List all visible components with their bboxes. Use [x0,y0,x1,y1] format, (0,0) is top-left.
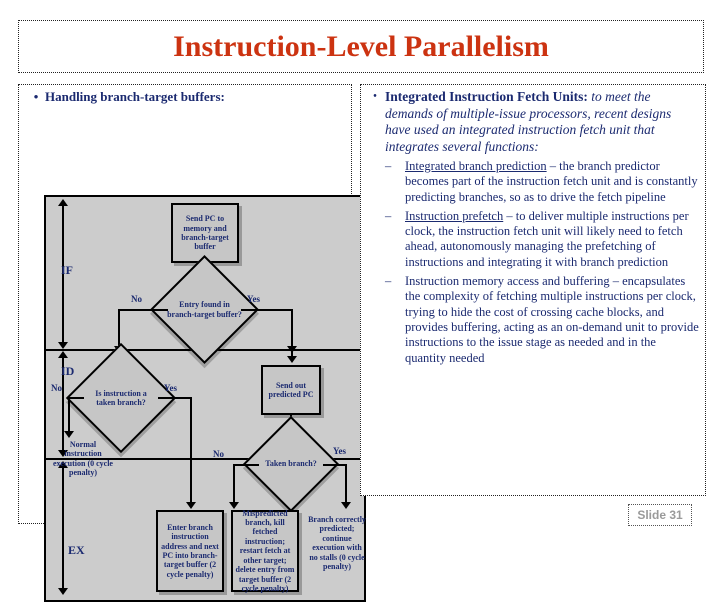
edge-yes1-into-id-arrow-icon [287,356,297,363]
if-bracket-arrow-up-icon [58,199,68,206]
left-heading-bullet: • Handling branch-target buffers: [27,89,347,104]
edge-label-no-1: No [131,294,142,304]
node-branch-correct: Branch correctly predicted; continue exe… [308,515,366,572]
slide-title-box: Instruction-Level Parallelism [18,20,704,73]
ex-bracket-arrow-down-icon [58,588,68,595]
node-mispredicted-branch-label: Mispredicted branch, kill fetched instru… [235,508,295,593]
edge-label-no-2: No [51,383,62,393]
right-bullet-integrated-fetch: • Integrated Instruction Fetch Units: to… [365,89,699,155]
right-subitem-integrated-branch-prediction: – Integrated branch prediction – the bra… [365,159,699,205]
edge-entryfound-yes [241,309,293,311]
slide-number-badge: Slide 31 [628,504,692,526]
node-entry-found-label: Entry found in branch-target buffer? [167,300,242,319]
node-taken-branch: Taken branch? [242,415,340,513]
subitem-term-1: Instruction prefetch [405,208,504,223]
dash-marker-icon: – [385,274,392,289]
stage-label-if: IF [61,263,73,277]
edge-taken-yes-arrow-icon [341,502,351,509]
bullet-marker-icon: • [373,91,377,102]
page-title: Instruction-Level Parallelism [173,29,549,63]
stage-label-id: ID [61,364,75,378]
node-taken-branch-label: Taken branch? [265,459,317,469]
node-send-predicted-pc: Send out predicted PC [261,365,321,415]
edge-istaken-no-down [68,397,70,435]
node-is-taken-branch: Is instruction a taken branch? [65,342,177,454]
if-bracket-arrow-down-icon [58,342,68,349]
edge-istaken-yes [158,397,192,399]
edge-label-yes-3: Yes [333,446,346,456]
right-subitem-instruction-prefetch: – Instruction prefetch – to deliver mult… [365,209,699,270]
slide-canvas: Instruction-Level Parallelism • Handling… [0,0,720,602]
edge-label-yes-1: Yes [247,294,260,304]
slide-number-label: Slide 31 [637,508,683,522]
node-enter-branch-info: Enter branch instruction address and nex… [156,510,224,592]
edge-istaken-yes-down [190,397,192,507]
right-content-panel: • Integrated Instruction Fetch Units: to… [360,84,706,496]
branch-target-buffer-flowchart: IF ID EX Send PC to memory and branch-ta… [44,195,366,602]
edge-taken-yes [323,464,347,466]
subitem-term-2: Instruction memory access and buffering [405,274,610,289]
node-send-pc-label: Send PC to memory and branch-target buff… [181,214,229,252]
edge-taken-no [233,464,259,466]
edge-label-no-3: No [213,449,224,459]
edge-istaken-yes-arrow-icon [186,502,196,509]
left-heading-label: Handling branch-target buffers: [45,89,225,104]
subitem-term-0: Integrated branch prediction [405,159,547,173]
node-entry-found: Entry found in branch-target buffer? [150,255,259,364]
node-send-pc: Send PC to memory and branch-target buff… [171,203,239,263]
id-bracket-arrow-up-icon [58,351,68,358]
stage-label-ex: EX [68,543,85,557]
left-content-panel: • Handling branch-target buffers: IF ID … [18,84,366,602]
node-is-taken-branch-label: Is instruction a taken branch? [95,388,147,407]
ex-stage-bracket [62,467,64,593]
edge-istaken-no [68,397,84,399]
node-normal-execution: Normal instruction execution (0 cycle pe… [53,440,113,478]
bullet-marker-icon: • [33,89,39,104]
node-mispredicted-branch: Mispredicted branch, kill fetched instru… [231,508,299,593]
dash-marker-icon: – [385,208,392,223]
edge-label-yes-2: Yes [164,383,177,393]
dash-marker-icon: – [385,159,392,173]
node-enter-branch-info-label: Enter branch instruction address and nex… [161,522,219,579]
edge-taken-yes-down [345,464,347,507]
edge-taken-no-down [233,464,235,507]
edge-istaken-no-arrow-icon [64,431,74,438]
edge-entryfound-no [118,309,168,311]
edge-entryfound-yes-down [291,309,293,351]
right-lead-label: Integrated Instruction Fetch Units: [385,89,588,104]
node-send-predicted-pc-label: Send out predicted PC [268,380,314,399]
right-subitem-instruction-memory-access: – Instruction memory access and bufferin… [365,274,699,366]
